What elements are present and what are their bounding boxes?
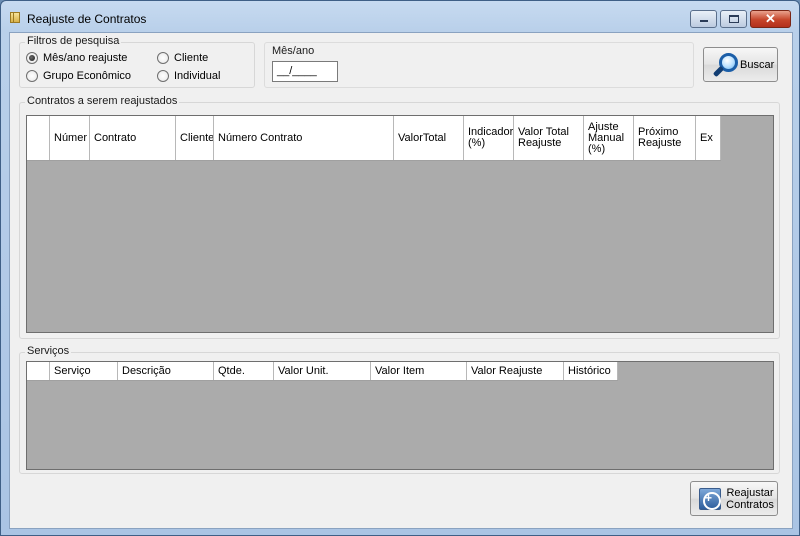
column-header[interactable]: Cliente <box>176 116 214 160</box>
minimize-icon <box>700 20 708 22</box>
column-header[interactable]: Indicador (%) <box>464 116 514 160</box>
column-header[interactable]: Contrato <box>90 116 176 160</box>
contracts-grid[interactable]: Númer Contrato Cliente Número Contrato V… <box>26 115 774 333</box>
services-grid[interactable]: Serviço Descrição Qtde. Valor Unit. Valo… <box>26 361 774 470</box>
row-header-corner <box>27 116 50 160</box>
close-icon: ✕ <box>765 11 776 26</box>
contracts-grid-header: Númer Contrato Cliente Número Contrato V… <box>27 116 721 161</box>
row-header-corner <box>27 362 50 380</box>
form-client-area: Filtros de pesquisa Mês/ano reajuste Cli… <box>9 32 793 529</box>
radio-unchecked-icon <box>157 70 169 82</box>
contracts-legend: Contratos a serem reajustados <box>25 95 180 107</box>
radio-unchecked-icon <box>157 52 169 64</box>
radio-label: Cliente <box>174 52 209 64</box>
app-icon <box>10 12 20 23</box>
main-window: Reajuste de Contratos ✕ Filtros de pesqu… <box>0 0 800 536</box>
readjust-contracts-button[interactable]: Reajustar Contratos <box>690 481 778 516</box>
search-filters-group: Filtros de pesquisa Mês/ano reajuste Cli… <box>19 35 255 88</box>
month-year-group: Mês/ano __/____ <box>264 42 694 88</box>
radio-month-year-adjustment[interactable]: Mês/ano reajuste <box>26 52 127 64</box>
maximize-button[interactable] <box>720 10 747 28</box>
magnifier-icon <box>712 52 740 80</box>
services-grid-header: Serviço Descrição Qtde. Valor Unit. Valo… <box>27 362 618 381</box>
readjust-label-line1: Reajustar <box>726 487 774 499</box>
column-header[interactable]: ValorTotal <box>394 116 464 160</box>
radio-label: Mês/ano reajuste <box>43 52 128 64</box>
radio-checked-icon <box>26 52 38 64</box>
radio-label: Individual <box>174 70 221 82</box>
column-header[interactable]: Qtde. <box>214 362 274 380</box>
table-refresh-icon <box>699 488 721 510</box>
readjust-label-line2: Contratos <box>726 499 774 511</box>
radio-economic-group[interactable]: Grupo Econômico <box>26 70 131 82</box>
close-button[interactable]: ✕ <box>750 10 791 28</box>
column-header[interactable]: Ajuste Manual (%) <box>584 116 634 160</box>
column-header[interactable]: Serviço <box>50 362 118 380</box>
search-button[interactable]: Buscar <box>703 47 778 82</box>
column-header[interactable]: Valor Unit. <box>274 362 371 380</box>
month-year-label: Mês/ano <box>270 45 317 57</box>
title-bar[interactable]: Reajuste de Contratos ✕ <box>1 1 799 31</box>
radio-client[interactable]: Cliente <box>157 52 208 64</box>
column-header[interactable]: Histórico <box>564 362 618 380</box>
maximize-icon <box>729 15 739 23</box>
column-header[interactable]: Valor Reajuste <box>467 362 564 380</box>
column-header[interactable]: Númer <box>50 116 90 160</box>
search-button-label: Buscar <box>740 59 775 71</box>
window-title: Reajuste de Contratos <box>27 12 147 26</box>
contracts-group: Contratos a serem reajustados Númer Cont… <box>19 95 780 339</box>
column-header[interactable]: Valor Item <box>371 362 467 380</box>
column-header[interactable]: Valor Total Reajuste <box>514 116 584 160</box>
column-header[interactable]: Descrição <box>118 362 214 380</box>
column-header[interactable]: Próximo Reajuste <box>634 116 696 160</box>
column-header[interactable]: Número Contrato <box>214 116 394 160</box>
services-group: Serviços Serviço Descrição Qtde. Valor U… <box>19 345 780 474</box>
search-filters-legend: Filtros de pesquisa <box>25 35 122 47</box>
month-year-input[interactable]: __/____ <box>272 61 338 82</box>
column-header[interactable]: Ex <box>696 116 721 160</box>
radio-individual[interactable]: Individual <box>157 70 220 82</box>
radio-label: Grupo Econômico <box>43 70 132 82</box>
minimize-button[interactable] <box>690 10 717 28</box>
radio-unchecked-icon <box>26 70 38 82</box>
services-legend: Serviços <box>25 345 72 357</box>
